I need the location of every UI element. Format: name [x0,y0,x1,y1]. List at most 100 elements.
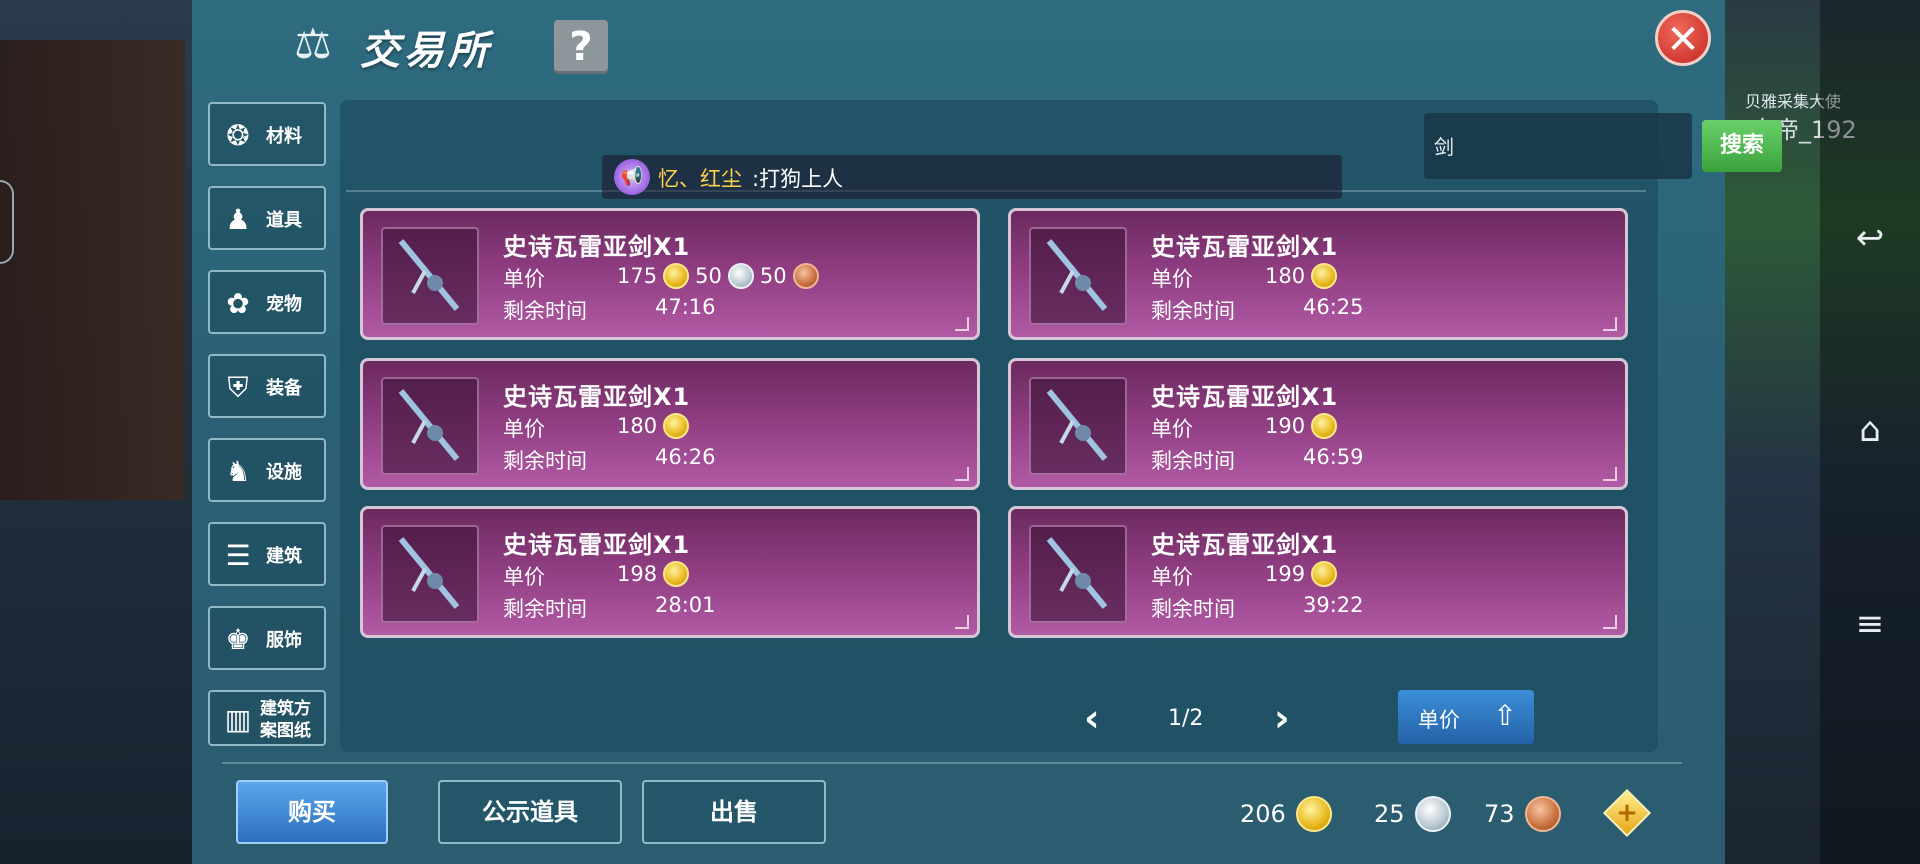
listing-card[interactable]: 史诗瓦雷亚剑X1 单价 180 剩余时间 46:26 [360,358,980,490]
next-page-button[interactable]: › [1274,696,1290,740]
prev-page-button[interactable]: ‹ [1084,696,1100,740]
corner-mark [1603,615,1617,629]
price-value: 190 [1265,413,1338,439]
gold-amount: 198 [617,562,658,586]
add-currency-button[interactable]: + [1602,788,1652,838]
sword-icon [1029,377,1127,475]
price-label: 单价 [503,267,545,291]
sword-icon [1029,227,1127,325]
gold-amount: 180 [1265,264,1306,288]
close-button[interactable]: ✕ [1655,10,1711,66]
tab-sell[interactable]: 出售 [642,780,826,844]
back-icon[interactable]: ↩ [1846,214,1894,262]
item-name: 史诗瓦雷亚剑X1 [503,233,691,261]
home-icon[interactable]: ⌂ [1846,406,1894,454]
listing-card[interactable]: 史诗瓦雷亚剑X1 单价 175 50 50 剩余时间 47:16 [360,208,980,340]
gold-amount: 206 [1240,800,1286,828]
listing-card[interactable]: 史诗瓦雷亚剑X1 单价 198 剩余时间 28:01 [360,506,980,638]
copper-coin-icon [1524,796,1561,832]
copper-amount: 73 [1484,800,1515,828]
item-name: 史诗瓦雷亚剑X1 [1151,383,1339,411]
megaphone-icon: 📢 [614,159,650,195]
category-label: 建筑 [266,546,302,567]
equipment-icon: ⛨ [227,371,249,404]
facility-icon: ♞ [225,455,251,488]
broadcast-message: :打狗上人 [752,167,844,191]
time-remaining: 39:22 [1303,593,1364,617]
gold-amount: 175 [617,264,658,288]
category-label: 服饰 [266,630,302,651]
time-label: 剩余时间 [503,597,587,621]
copper-balance: 73 [1484,796,1561,832]
category-label: 宠物 [266,294,302,315]
sort-price-button[interactable]: 单价 ⇧ [1398,690,1534,744]
help-button[interactable]: ? [554,20,608,74]
category-label: 材料 [266,126,302,147]
time-label: 剩余时间 [1151,299,1235,323]
category-clothing[interactable]: ♚ 服饰 [208,606,326,670]
price-label: 单价 [1151,417,1193,441]
time-remaining: 46:59 [1303,445,1364,469]
broadcast-sender: 忆、红尘 [658,167,742,191]
corner-mark [955,467,969,481]
listing-card[interactable]: 史诗瓦雷亚剑X1 单价 190 剩余时间 46:59 [1008,358,1628,490]
silver-coin-icon [1414,796,1451,832]
category-equipment[interactable]: ⛨ 装备 [208,354,326,418]
sword-icon [1029,525,1127,623]
corner-mark [955,615,969,629]
trade-window: ⚖ 交易所 ? ✕ ❂ 材料 ♟ 道具 ✿ 宠物 ⛨ 装备 ♞ 设施 ☰ 建筑 … [192,0,1782,864]
time-remaining: 46:26 [655,445,716,469]
corner-mark [955,317,969,331]
time-label: 剩余时间 [1151,449,1235,473]
category-pets[interactable]: ✿ 宠物 [208,270,326,334]
plus-icon: + [1616,798,1638,828]
silver-balance: 25 [1374,796,1451,832]
gold-coin-icon [663,413,690,439]
category-building[interactable]: ☰ 建筑 [208,522,326,586]
materials-icon: ❂ [226,119,250,152]
listing-card[interactable]: 史诗瓦雷亚剑X1 单价 180 剩余时间 46:25 [1008,208,1628,340]
copper-coin-icon [792,263,819,289]
gold-coin-icon [1311,263,1338,289]
broadcast-banner: 📢 忆、红尘 :打狗上人 [602,155,1342,199]
search-button[interactable]: 搜索 [1702,120,1782,172]
corner-mark [1603,467,1617,481]
silver-coin-icon [727,263,754,289]
gold-balance: 206 [1240,796,1332,832]
category-materials[interactable]: ❂ 材料 [208,102,326,166]
category-items[interactable]: ♟ 道具 [208,186,326,250]
category-label: 设施 [266,462,302,483]
silver-amount: 50 [695,264,722,288]
gold-coin-icon [1311,413,1338,439]
sword-icon [381,377,479,475]
window-title: 交易所 [360,28,492,74]
item-name: 史诗瓦雷亚剑X1 [503,383,691,411]
time-label: 剩余时间 [1151,597,1235,621]
time-label: 剩余时间 [503,449,587,473]
time-remaining: 47:16 [655,295,716,319]
category-blueprint[interactable]: ▥ 建筑方案图纸 [208,690,326,746]
silver-amount: 25 [1374,800,1405,828]
side-handle[interactable] [0,180,14,264]
tab-buy[interactable]: 购买 [236,780,388,844]
gold-coin-icon [663,561,690,587]
price-value: 180 [1265,263,1338,289]
item-name: 史诗瓦雷亚剑X1 [1151,233,1339,261]
price-label: 单价 [503,417,545,441]
paw-icon: ✿ [226,287,250,320]
time-remaining: 28:01 [655,593,716,617]
price-label: 单价 [1151,267,1193,291]
listing-panel: 剑 搜索 📢 忆、红尘 :打狗上人 史诗瓦雷亚剑X1 单价 175 50 50 … [340,100,1782,752]
menu-icon[interactable]: ≡ [1846,600,1894,648]
tab-public-items[interactable]: 公示道具 [438,780,622,844]
price-value: 199 [1265,561,1338,587]
listing-card[interactable]: 史诗瓦雷亚剑X1 单价 199 剩余时间 39:22 [1008,506,1628,638]
category-facility[interactable]: ♞ 设施 [208,438,326,502]
gold-coin-icon [663,263,690,289]
search-input[interactable]: 剑 [1424,113,1692,179]
corner-mark [1603,317,1617,331]
gold-coin-icon [1295,796,1332,832]
sword-icon [381,525,479,623]
category-label: 道具 [266,210,302,231]
clothing-icon: ♚ [225,623,251,656]
